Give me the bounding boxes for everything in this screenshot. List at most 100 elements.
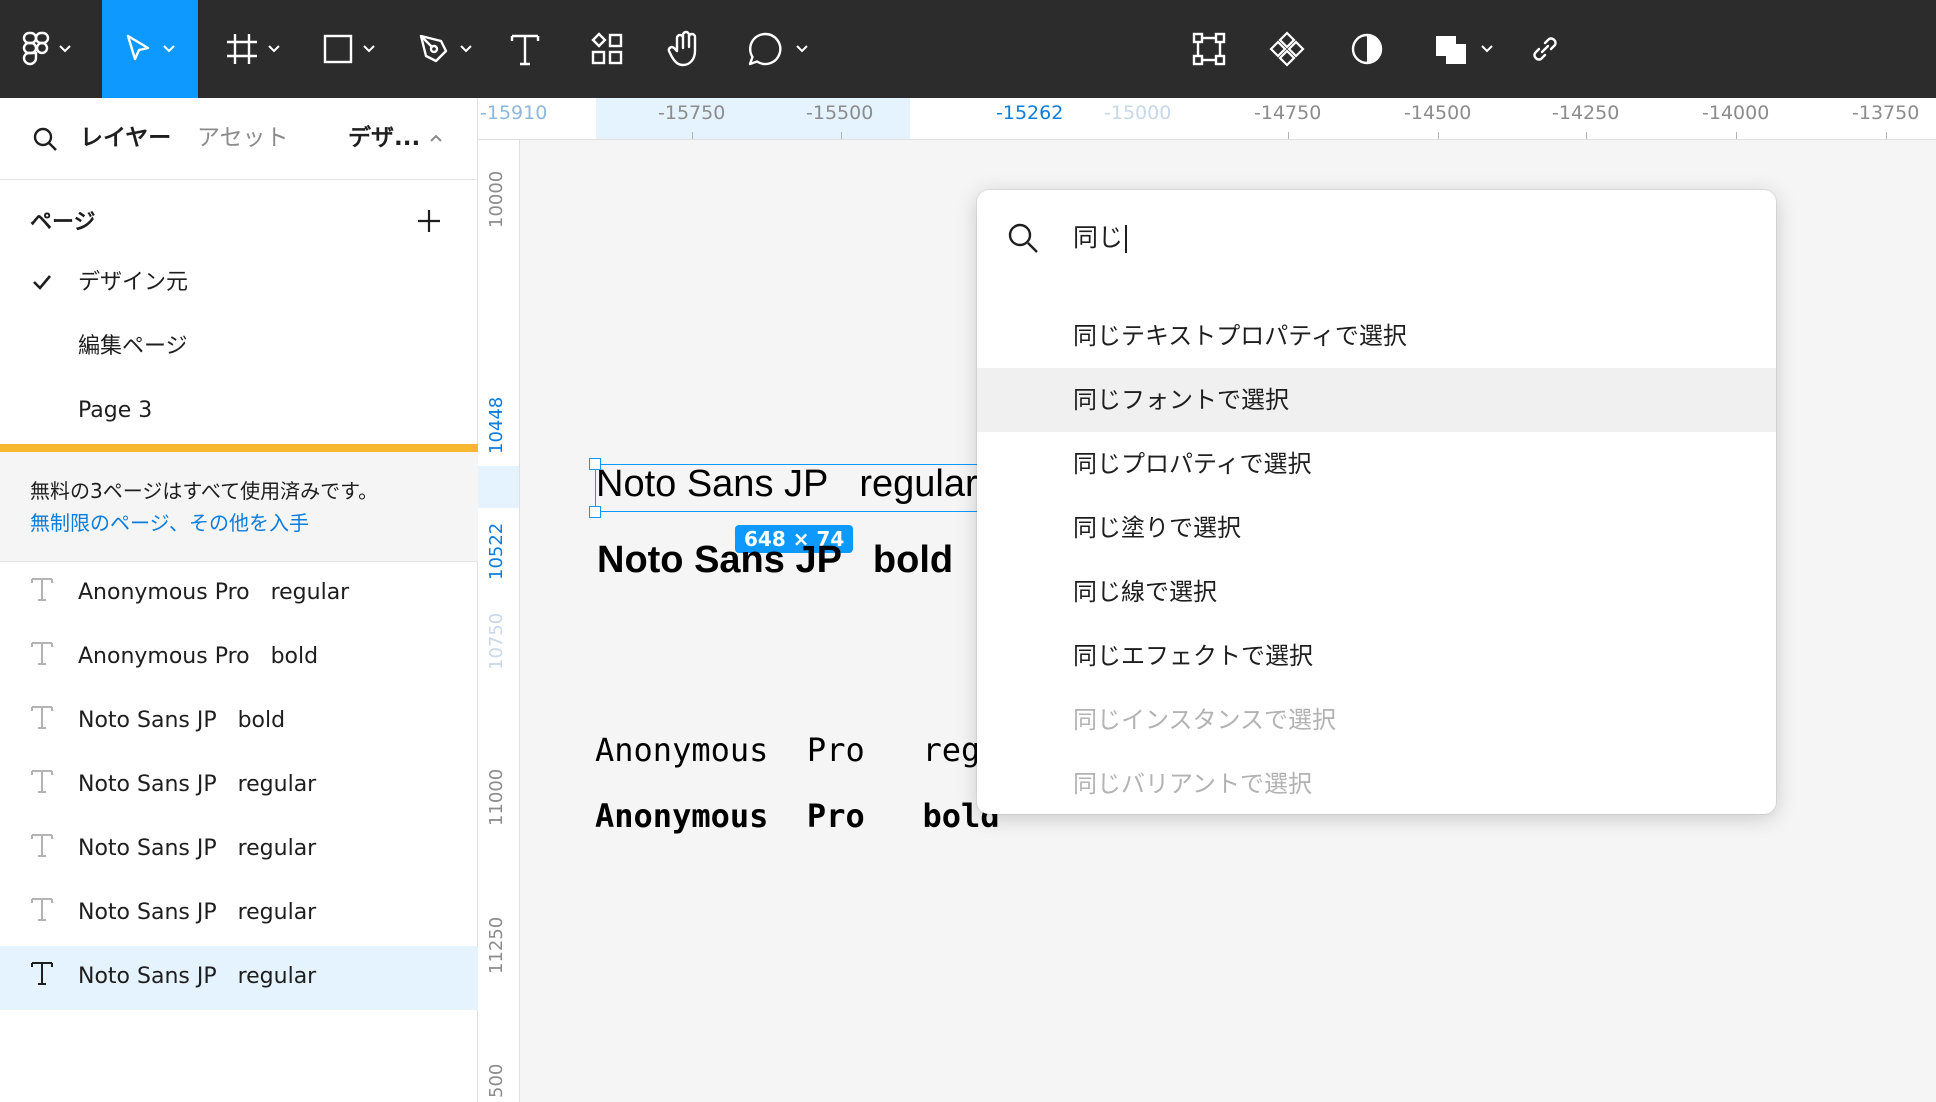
layer-item[interactable]: Anonymous Pro regular — [0, 562, 478, 626]
command-option-label: 同じ線で選択 — [1073, 578, 1217, 606]
edit-object-icon — [1192, 32, 1226, 66]
canvas-text-noto-bold[interactable]: Noto Sans JP bold — [597, 539, 953, 582]
ruler-tick-selected: 10448 — [486, 396, 507, 454]
figma-logo-icon — [22, 31, 50, 66]
command-search-text: 同じ — [1073, 223, 1124, 252]
rectangle-icon — [323, 34, 353, 64]
text-layer-icon — [31, 642, 53, 665]
frame-tool-button[interactable] — [220, 0, 286, 98]
chevron-up-icon[interactable] — [428, 132, 444, 144]
chevron-down-icon — [59, 45, 71, 53]
shape-tool-button[interactable] — [316, 0, 382, 98]
layer-item[interactable]: Noto Sans JP regular — [0, 946, 478, 1010]
search-icon — [1008, 223, 1038, 253]
layer-item-label: Noto Sans JP regular — [78, 964, 317, 989]
text-layer-icon — [31, 898, 53, 921]
boolean-union-icon — [1436, 36, 1466, 64]
ruler-tick: -14250 — [1552, 102, 1620, 124]
ruler-tick: 11000 — [486, 768, 507, 826]
tab-layers[interactable]: レイヤー — [80, 122, 171, 154]
page-item-design-source[interactable]: デザイン元 — [78, 268, 188, 298]
command-option-label: 同じエフェクトで選択 — [1073, 642, 1313, 670]
layer-item[interactable]: Noto Sans JP regular — [0, 818, 478, 882]
hand-icon — [667, 30, 697, 67]
link-button[interactable] — [1524, 0, 1566, 98]
edit-object-button[interactable] — [1188, 0, 1230, 98]
layer-item-label: Noto Sans JP regular — [78, 900, 317, 925]
create-component-button[interactable] — [1266, 0, 1308, 98]
checkmark-icon — [33, 275, 51, 290]
command-option: 同じバリアントで選択 — [977, 752, 1776, 816]
resize-handle[interactable] — [589, 458, 601, 470]
ruler-tick: -14500 — [1404, 102, 1472, 124]
vertical-ruler: 10000 10448 10522 10750 11000 11250 500 — [478, 140, 520, 1102]
chevron-down-icon — [1481, 45, 1493, 53]
command-search-input[interactable]: 同じ — [1073, 220, 1128, 256]
main-menu-button[interactable] — [14, 0, 80, 98]
resize-handle[interactable] — [589, 506, 601, 518]
add-page-icon[interactable] — [416, 208, 442, 234]
comment-tool-button[interactable] — [742, 0, 814, 98]
command-option[interactable]: 同じ塗りで選択 — [977, 496, 1776, 560]
upgrade-link[interactable]: 無制限のページ、その他を入手 — [30, 508, 309, 538]
resources-tool-button[interactable] — [586, 0, 628, 98]
layer-item-label: Noto Sans JP regular — [78, 772, 317, 797]
text-layer-icon — [31, 578, 53, 601]
ruler-tick: -15000 — [1104, 102, 1172, 124]
toolbar — [0, 0, 1936, 98]
page-item-page-3[interactable]: Page 3 — [78, 396, 152, 426]
warning-text: 無料の3ページはすべて使用済みです。 — [30, 479, 379, 503]
command-palette: 同じ 同じテキストプロパティで選択 同じフォントで選択 同じプロパティで選択 同じ塗り… — [977, 190, 1776, 814]
pen-tool-button[interactable] — [412, 0, 478, 98]
chevron-down-icon — [796, 45, 808, 53]
ruler-tick: 500 — [486, 1063, 507, 1098]
horizontal-ruler: -15910 -15750 -15500 -15262 -15000 -1475… — [478, 98, 1936, 140]
text-layer-icon — [31, 770, 53, 793]
components-grid-icon — [591, 32, 623, 65]
cursor-arrow-icon — [126, 34, 150, 61]
pen-tool-icon — [419, 34, 448, 63]
layer-item[interactable]: Noto Sans JP bold — [0, 690, 478, 754]
layer-item[interactable]: Noto Sans JP regular — [0, 882, 478, 946]
command-option[interactable]: 同じ線で選択 — [977, 560, 1776, 624]
layer-item[interactable]: Anonymous Pro bold — [0, 626, 478, 690]
tab-design-source[interactable]: デザ... — [348, 122, 420, 154]
canvas-text-anon-bold[interactable]: Anonymous Pro bold — [595, 797, 1000, 835]
ruler-tick-selected: 10522 — [486, 522, 507, 580]
page-item-edit-page[interactable]: 編集ページ — [78, 332, 188, 362]
move-tool-button[interactable] — [102, 0, 198, 98]
command-option: 同じインスタンスで選択 — [977, 688, 1776, 752]
hand-tool-button[interactable] — [664, 0, 706, 98]
canvas-text-anon-regular[interactable]: Anonymous Pro regu — [595, 731, 1000, 769]
frame-hash-icon — [227, 34, 257, 64]
selection-box[interactable] — [595, 464, 981, 512]
command-option[interactable]: 同じテキストプロパティで選択 — [977, 304, 1776, 368]
mask-button[interactable] — [1346, 0, 1388, 98]
chevron-down-icon — [268, 45, 280, 53]
text-layer-icon — [31, 962, 53, 985]
text-tool-button[interactable] — [504, 0, 546, 98]
chevron-down-icon — [163, 45, 175, 53]
ruler-tick-selected: -15262 — [996, 102, 1064, 124]
ruler-tick: -15910 — [480, 102, 548, 124]
ruler-tick: -14000 — [1702, 102, 1770, 124]
text-layer-icon — [31, 834, 53, 857]
command-option[interactable]: 同じエフェクトで選択 — [977, 624, 1776, 688]
ruler-tick: -13750 — [1852, 102, 1920, 124]
link-icon — [1533, 37, 1557, 61]
ruler-tick: -15750 — [658, 102, 726, 124]
command-option[interactable]: 同じプロパティで選択 — [977, 432, 1776, 496]
search-icon[interactable] — [32, 126, 58, 152]
layer-item[interactable]: Noto Sans JP regular — [0, 754, 478, 818]
left-panel: レイヤー アセット デザ... ページ デザイン元 編集ページ Page 3 無… — [0, 98, 478, 1102]
ruler-tick: 11250 — [486, 916, 507, 974]
component-diamond-icon — [1269, 31, 1305, 67]
layer-item-label: Noto Sans JP regular — [78, 836, 317, 861]
page-limit-warning: 無料の3ページはすべて使用済みです。 無制限のページ、その他を入手 — [0, 452, 478, 562]
mask-contrast-icon — [1351, 33, 1383, 65]
command-option[interactable]: 同じフォントで選択 — [977, 368, 1776, 432]
chevron-down-icon — [460, 45, 472, 53]
tab-assets[interactable]: アセット — [197, 122, 289, 154]
warning-bar — [0, 444, 478, 452]
boolean-button[interactable] — [1428, 0, 1500, 98]
